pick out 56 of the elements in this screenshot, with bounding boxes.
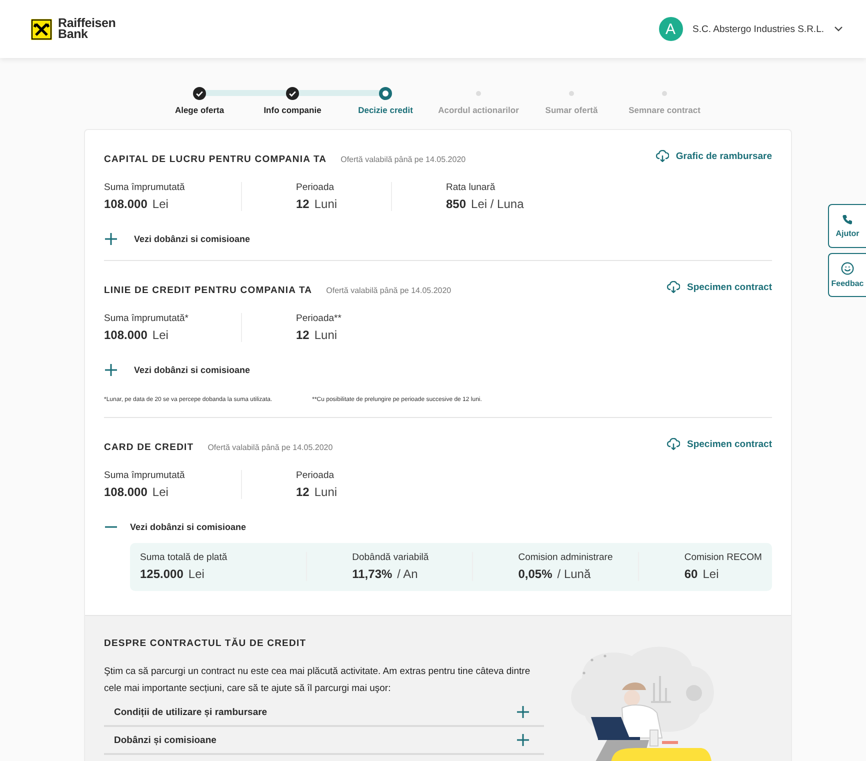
field-label: Perioada** bbox=[296, 313, 342, 324]
offer-validity: Ofertă valabilă până pe 14.05.2020 bbox=[340, 155, 466, 164]
field-label: Suma împrumutată bbox=[104, 182, 186, 193]
field-value: 12 Luni bbox=[296, 328, 338, 342]
field-value: 108.000 Lei bbox=[104, 197, 170, 211]
field-value: 12 Luni bbox=[296, 197, 338, 211]
field-value: 60 Lei bbox=[684, 567, 720, 581]
step-label[interactable]: Decizie credit bbox=[358, 105, 413, 115]
field-label: Comision administrare bbox=[518, 552, 614, 563]
accordion-item[interactable]: Condiții de utilizare și rambursare bbox=[104, 699, 544, 727]
field-value: 0,05% / Lună bbox=[518, 567, 592, 581]
logo-icon bbox=[31, 18, 52, 40]
download-icon bbox=[667, 438, 680, 450]
plus-icon[interactable] bbox=[104, 232, 118, 246]
offer-validity: Ofertă valabilă până pe 14.05.2020 bbox=[326, 286, 452, 295]
field-label: Rata lunară bbox=[446, 182, 496, 193]
download-icon bbox=[656, 150, 669, 162]
download-link[interactable]: Specimen contract bbox=[667, 438, 772, 450]
step-label[interactable]: Alege oferta bbox=[174, 105, 224, 115]
download-icon bbox=[667, 281, 680, 293]
field-value: 108.000 Lei bbox=[104, 328, 170, 342]
field-label: Perioada bbox=[296, 470, 336, 481]
caret-icon[interactable] bbox=[834, 26, 843, 32]
field-label: Comision RECOM bbox=[684, 552, 762, 563]
section-title: DESPRE CONTRACTUL TĂU DE CREDIT bbox=[104, 638, 308, 649]
field-label: Suma împrumutată* bbox=[104, 313, 190, 324]
side-button[interactable]: Feedbac bbox=[828, 253, 866, 297]
field-value: 108.000 Lei bbox=[104, 485, 170, 499]
download-link[interactable]: Specimen contract bbox=[667, 281, 772, 293]
offer-title: LINIE DE CREDIT PENTRU COMPANIA TA bbox=[104, 285, 312, 296]
expand-toggle[interactable]: Vezi dobânzi si comisioane bbox=[104, 363, 250, 377]
accordion-item[interactable]: Dobânzi și comisioane bbox=[104, 727, 544, 755]
field-label: Suma împrumutată bbox=[104, 470, 186, 481]
field-value: 12 Luni bbox=[296, 485, 338, 499]
step-label[interactable]: Info companie bbox=[264, 105, 322, 115]
offer-validity: Ofertă valabilă până pe 14.05.2020 bbox=[208, 443, 333, 452]
field-value: 850 Lei / Luna bbox=[446, 197, 524, 211]
field-label: Perioada bbox=[296, 182, 336, 193]
expand-toggle[interactable]: Vezi dobânzi si comisioane bbox=[104, 520, 246, 534]
field-label: Suma totală de plată bbox=[140, 552, 228, 563]
side-button[interactable]: Ajutor bbox=[828, 204, 866, 248]
plus-icon[interactable] bbox=[104, 363, 118, 377]
logo-text: Raiffeisen Bank bbox=[58, 18, 116, 40]
section-description: Ştim ca să parcurgi un contract nu este cea mai plăcută activitate. Am extras pentru tine câteva dintre cele mai importante secțiuni, care să te ajute să îl parcurgi mai uşor: bbox=[104, 665, 532, 696]
expand-toggle[interactable]: Vezi dobânzi si comisioane bbox=[104, 232, 250, 246]
smiley-icon bbox=[841, 262, 854, 275]
field-value: 11,73% / An bbox=[352, 567, 419, 581]
company-name[interactable]: S.C. Abstergo Industries S.R.L. bbox=[692, 24, 824, 34]
download-link[interactable]: Grafic de rambursare bbox=[656, 150, 772, 162]
field-value: 125.000 Lei bbox=[140, 567, 206, 581]
plus-icon[interactable] bbox=[516, 705, 530, 719]
plus-icon[interactable] bbox=[516, 733, 530, 747]
phone-icon bbox=[842, 214, 853, 225]
offer-title: CAPITAL DE LUCRU PENTRU COMPANIA TA bbox=[104, 154, 327, 165]
offer-title: CARD DE CREDIT bbox=[104, 442, 194, 453]
field-label: Dobândă variabilă bbox=[352, 552, 430, 563]
